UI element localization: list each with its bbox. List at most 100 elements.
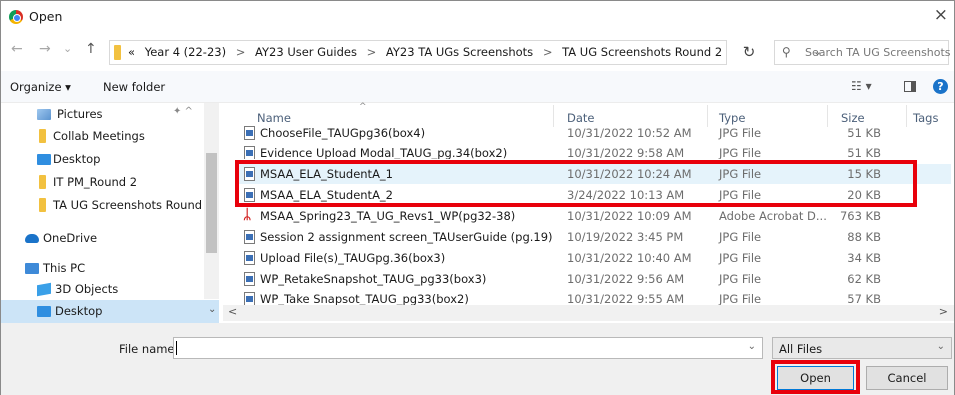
- file-size: 763 KB: [839, 209, 881, 223]
- sidebar-item-desktop-selected[interactable]: Desktop ⌄: [1, 300, 219, 323]
- sidebar-item-label: Pictures: [57, 107, 103, 121]
- sidebar-item-collab-meetings[interactable]: Collab Meetings: [1, 125, 204, 148]
- chevron-down-icon[interactable]: ⌄: [937, 341, 945, 352]
- scrollbar-thumb[interactable]: [206, 153, 217, 253]
- file-type: JPG File: [719, 126, 762, 140]
- file-date: 10/31/2022 10:40 AM: [567, 251, 692, 265]
- sidebar-item-label: 3D Objects: [55, 282, 119, 296]
- chevron-down-icon[interactable]: ⌄: [748, 341, 756, 352]
- desktop-icon: [37, 306, 51, 317]
- file-name-input[interactable]: ⌄: [173, 337, 763, 359]
- scroll-right-icon[interactable]: >: [939, 305, 948, 318]
- file-name: Upload File(s)_TAUGpg.36(box3): [260, 251, 446, 265]
- breadcrumb-item[interactable]: Year 4 (22-23): [145, 45, 226, 59]
- file-size: 88 KB: [847, 230, 881, 244]
- address-bar[interactable]: « Year 4 (22-23) > AY23 User Guides > AY…: [109, 40, 822, 65]
- recent-locations-icon[interactable]: ⌄: [63, 42, 72, 55]
- jpg-file-icon: [244, 251, 255, 265]
- pin-icon[interactable]: ✦ ^: [173, 106, 193, 117]
- organize-menu-button[interactable]: Organize ▾: [10, 80, 71, 94]
- sidebar-item-onedrive[interactable]: OneDrive: [1, 227, 204, 250]
- sidebar-item-pictures[interactable]: Pictures ✦ ^: [1, 103, 204, 126]
- breadcrumb: « Year 4 (22-23) > AY23 User Guides > AY…: [128, 45, 722, 59]
- file-type-filter-value: All Files: [779, 342, 823, 356]
- navigation-pane: Pictures ✦ ^ Collab Meetings Desktop IT …: [1, 103, 219, 323]
- text-caret: [176, 341, 177, 355]
- jpg-file-icon: [244, 272, 255, 286]
- file-row[interactable]: ChooseFile_TAUGpg36(box4) 10/31/2022 10:…: [235, 123, 951, 143]
- breadcrumb-overflow[interactable]: «: [128, 45, 135, 59]
- horizontal-scrollbar[interactable]: < >: [223, 305, 954, 321]
- search-input[interactable]: ⚲ Search TA UG Screenshots R...: [774, 40, 955, 65]
- sidebar-item-label: This PC: [43, 261, 86, 275]
- file-size: 34 KB: [847, 251, 881, 265]
- file-date: 10/19/2022 3:45 PM: [567, 230, 684, 244]
- file-type: JPG File: [719, 146, 762, 159]
- sidebar-item-label: Desktop: [53, 152, 101, 166]
- folder-icon: [39, 129, 46, 143]
- folder-icon: [114, 45, 121, 60]
- sidebar-item-label: Collab Meetings: [53, 129, 145, 143]
- file-size: 57 KB: [847, 292, 881, 306]
- change-view-icon[interactable]: ☷ ▾: [851, 79, 872, 93]
- navigation-scrollbar[interactable]: [204, 103, 219, 299]
- breadcrumb-separator: >: [235, 45, 246, 59]
- folder-icon: [39, 198, 46, 212]
- file-row[interactable]: Evidence Upload Modal_TAUG_pg.34(box2) 1…: [235, 143, 951, 159]
- search-placeholder: Search TA UG Screenshots R...: [805, 46, 955, 59]
- file-size: 62 KB: [847, 272, 881, 286]
- file-type: JPG File: [719, 272, 762, 286]
- file-date: 10/31/2022 10:52 AM: [567, 126, 692, 140]
- scroll-left-icon[interactable]: <: [228, 305, 237, 318]
- preview-pane-icon[interactable]: [904, 81, 916, 92]
- up-arrow-icon[interactable]: ↑: [85, 41, 97, 57]
- file-row[interactable]: ᛦ MSAA_Spring23_TA_UG_Revs1_WP(pg32-38) …: [235, 206, 951, 226]
- sidebar-item-it-pm-round-2[interactable]: IT PM_Round 2: [1, 171, 204, 194]
- file-row[interactable]: Session 2 assignment screen_TAUserGuide …: [235, 227, 951, 247]
- sidebar-item-label: OneDrive: [43, 231, 98, 245]
- cancel-button[interactable]: Cancel: [866, 366, 948, 390]
- sidebar-item-this-pc[interactable]: This PC: [1, 257, 204, 280]
- command-bar: Organize ▾ New folder ☷ ▾ ?: [1, 71, 954, 103]
- file-type-filter[interactable]: All Files ⌄: [772, 337, 952, 359]
- breadcrumb-item[interactable]: TA UG Screenshots Round 2: [562, 45, 722, 59]
- forward-arrow-icon[interactable]: →: [39, 41, 51, 57]
- file-row[interactable]: WP_RetakeSnapshot_TAUG_pg33(box3) 10/31/…: [235, 269, 951, 289]
- file-name-label: File name:: [119, 342, 179, 356]
- file-date: 10/31/2022 9:58 AM: [567, 146, 685, 159]
- file-size: 51 KB: [847, 126, 881, 140]
- breadcrumb-item[interactable]: AY23 User Guides: [255, 45, 357, 59]
- close-icon[interactable]: ×: [934, 5, 948, 25]
- open-file-dialog: Open × ← → ⌄ ↑ « Year 4 (22-23) > AY23 U…: [0, 0, 955, 395]
- pictures-icon: [37, 109, 51, 120]
- back-arrow-icon[interactable]: ←: [11, 41, 23, 57]
- sidebar-item-label: Desktop: [55, 304, 103, 318]
- sidebar-item-3d-objects[interactable]: 3D Objects: [1, 278, 204, 301]
- sort-ascending-icon: ^: [359, 102, 367, 112]
- file-type: JPG File: [719, 292, 762, 306]
- title-bar: Open ×: [1, 1, 954, 33]
- chevron-down-icon[interactable]: ⌄: [208, 304, 216, 315]
- file-type: Adobe Acrobat D...: [719, 209, 827, 223]
- file-size: 51 KB: [847, 146, 881, 159]
- help-icon[interactable]: ?: [933, 79, 948, 94]
- sidebar-item-ta-ug-screenshots-round-2[interactable]: TA UG Screenshots Round 2: [1, 194, 213, 217]
- pdf-file-icon: ᛦ: [243, 207, 252, 223]
- file-date: 10/31/2022 9:56 AM: [567, 272, 685, 286]
- file-name: ChooseFile_TAUGpg36(box4): [260, 126, 426, 140]
- refresh-icon[interactable]: ↻: [729, 40, 769, 65]
- file-name: MSAA_Spring23_TA_UG_Revs1_WP(pg32-38): [260, 209, 516, 223]
- breadcrumb-separator: >: [366, 45, 377, 59]
- sidebar-item-desktop[interactable]: Desktop: [1, 148, 204, 171]
- new-folder-button[interactable]: New folder: [103, 80, 165, 94]
- file-date: 10/31/2022 10:09 AM: [567, 209, 692, 223]
- file-name: WP_RetakeSnapshot_TAUG_pg33(box3): [260, 272, 487, 286]
- dialog-title: Open: [29, 9, 63, 24]
- breadcrumb-item[interactable]: AY23 TA UGs Screenshots: [386, 45, 533, 59]
- chrome-app-icon: [9, 10, 23, 24]
- onedrive-icon: [25, 234, 39, 243]
- search-icon: ⚲: [782, 45, 791, 59]
- file-row[interactable]: Upload File(s)_TAUGpg.36(box3) 10/31/202…: [235, 248, 951, 268]
- file-name: Evidence Upload Modal_TAUG_pg.34(box2): [260, 146, 508, 159]
- sidebar-item-label: TA UG Screenshots Round 2: [53, 198, 214, 212]
